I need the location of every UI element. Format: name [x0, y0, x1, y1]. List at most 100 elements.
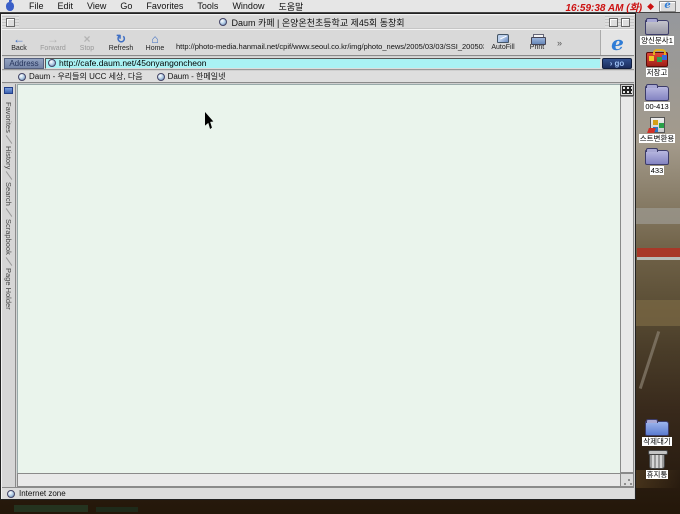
autofill-button[interactable]: AutoFill	[486, 34, 520, 51]
menu-tools[interactable]: Tools	[190, 1, 225, 11]
explorer-bar-tabs: Favorites History Search Scrapbook Page …	[2, 84, 16, 487]
go-button[interactable]: › go	[602, 57, 632, 69]
globe-icon	[156, 72, 165, 81]
vertical-scrollbar[interactable]	[620, 96, 634, 473]
desktop-icon-converter[interactable]: 스트변환용	[634, 117, 680, 143]
desktop-icon-label: 433	[649, 166, 665, 175]
home-icon: ⌂	[151, 32, 159, 46]
tab-separator	[5, 171, 12, 181]
menu-window[interactable]: Window	[225, 1, 271, 11]
ie-logo-box: e	[600, 30, 634, 55]
desktop-icon-label: 저장고	[645, 68, 669, 77]
desktop-icon-label: 00-413	[644, 102, 670, 111]
tab-separator	[5, 256, 12, 266]
browser-main-area: Favorites History Search Scrapbook Page …	[2, 84, 634, 487]
favorite-daum-ucc[interactable]: Daum - 우리들의 UCC 세상, 다음	[18, 71, 143, 82]
desktop-icon-delete-pending[interactable]: 삭제대기	[634, 419, 680, 446]
desktop-screen: 양신문사1 저장고 00-413 스트변환용 433 삭제대기 휴지통 File…	[0, 0, 680, 514]
zoom-box[interactable]	[609, 17, 618, 27]
collapse-box[interactable]	[621, 17, 630, 27]
globe-icon	[7, 489, 15, 498]
apple-menu-icon[interactable]	[6, 0, 14, 11]
wallpaper-building-facade	[637, 257, 680, 260]
tab-favorites[interactable]: Favorites	[4, 102, 13, 133]
page-content[interactable]	[17, 84, 621, 473]
horizontal-scrollbar[interactable]	[17, 473, 621, 487]
menu-bar: File Edit View Go Favorites Tools Window…	[0, 0, 680, 14]
globe-icon	[48, 59, 56, 67]
window-title: Daum 카페 | 온양온천초등학교 제45회 동창회	[231, 17, 405, 28]
menu-view[interactable]: View	[80, 1, 113, 11]
forward-icon: →	[47, 32, 59, 46]
menu-help[interactable]: 도움말	[271, 0, 310, 13]
toolbar-overflow-chevron-icon[interactable]: »	[557, 38, 562, 48]
favorite-daum-hanmail[interactable]: Daum - 한메일넷	[156, 71, 225, 82]
wallpaper-field	[636, 300, 680, 326]
forward-button[interactable]: → Forward	[36, 33, 70, 52]
refresh-icon: ↻	[115, 32, 127, 46]
diamond-icon[interactable]: ◆	[647, 1, 654, 12]
wallpaper-road	[638, 331, 661, 389]
desktop-icon-storage[interactable]: 저장고	[634, 49, 680, 77]
desktop-icon-newspaper-folder[interactable]: 양신문사1	[634, 18, 680, 45]
globe-icon	[219, 18, 228, 26]
tab-separator	[5, 134, 12, 144]
desktop-icon-label: 휴지통	[645, 470, 669, 479]
status-zone-text: Internet zone	[19, 489, 66, 498]
address-input[interactable]: http://cafe.daum.net/45onyangoncheon	[45, 57, 601, 69]
folder-icon	[645, 148, 669, 165]
explorer-bar-icon[interactable]	[4, 87, 13, 94]
menu-bar-right: 16:59:38 AM (화) ◆ e	[565, 0, 676, 14]
page-holder-grid-icon[interactable]	[620, 84, 634, 96]
ie-logo-icon: e	[611, 30, 624, 55]
stop-icon: ×	[83, 32, 91, 46]
address-bar-row: Address http://cafe.daum.net/45onyangonc…	[2, 57, 634, 70]
wallpaper-building-row2	[96, 507, 138, 512]
favorites-bar: Daum - 우리들의 UCC 세상, 다음 Daum - 한메일넷	[2, 71, 634, 83]
menu-favorites[interactable]: Favorites	[139, 1, 190, 11]
loading-url-text: http://photo-media.hanmail.net/cpif/www.…	[176, 42, 484, 51]
address-value: http://cafe.daum.net/45onyangoncheon	[59, 58, 207, 68]
globe-icon	[18, 72, 26, 81]
folder-icon	[645, 419, 669, 436]
status-bar: Internet zone	[2, 487, 634, 499]
tab-history[interactable]: History	[4, 146, 13, 169]
menu-go[interactable]: Go	[113, 1, 139, 11]
window-resize-grip[interactable]	[620, 473, 634, 487]
menu-clock[interactable]: 16:59:38 AM (화)	[565, 0, 642, 14]
menu-file[interactable]: File	[22, 1, 51, 11]
desktop-icon-00-413[interactable]: 00-413	[634, 84, 680, 111]
desktop-icon-433[interactable]: 433	[634, 148, 680, 175]
back-button[interactable]: ← Back	[2, 33, 36, 52]
tab-search[interactable]: Search	[4, 182, 13, 206]
wallpaper-building-row	[14, 505, 88, 512]
desktop-icon-label: 스트변환용	[638, 134, 676, 143]
refresh-button[interactable]: ↻ Refresh	[104, 33, 138, 52]
browser-toolbar: ← Back → Forward × Stop ↻ Refresh ⌂ Home…	[2, 29, 634, 56]
back-icon: ←	[13, 32, 25, 46]
desktop-icon-trash[interactable]: 휴지통	[634, 450, 680, 479]
tab-page-holder[interactable]: Page Holder	[4, 268, 13, 310]
home-button[interactable]: ⌂ Home	[138, 33, 172, 52]
folder-icon	[645, 84, 669, 101]
window-title-bar[interactable]: Daum 카페 | 온양온천초등학교 제45회 동창회	[2, 15, 634, 29]
stop-button[interactable]: × Stop	[70, 33, 104, 52]
desktop-icon-label: 양신문사1	[640, 36, 674, 45]
close-box[interactable]	[6, 17, 15, 27]
ie-app-icon: e	[664, 0, 671, 11]
autofill-icon	[497, 34, 509, 43]
application-menu[interactable]: e	[659, 0, 676, 12]
trash-icon	[648, 450, 668, 469]
printer-icon	[530, 34, 546, 45]
window-title-area: Daum 카페 | 온양온천초등학교 제45회 동창회	[19, 16, 605, 28]
wallpaper-haze	[636, 208, 680, 224]
address-label: Address	[4, 57, 44, 69]
menu-edit[interactable]: Edit	[51, 1, 81, 11]
folder-icon	[645, 18, 669, 35]
print-button[interactable]: Print	[520, 34, 554, 51]
tab-scrapbook[interactable]: Scrapbook	[4, 219, 13, 255]
desktop-icon-label: 삭제대기	[642, 437, 672, 446]
tab-separator	[5, 208, 12, 217]
wallpaper-red-roof-building	[637, 248, 680, 257]
converter-icon	[649, 117, 665, 133]
